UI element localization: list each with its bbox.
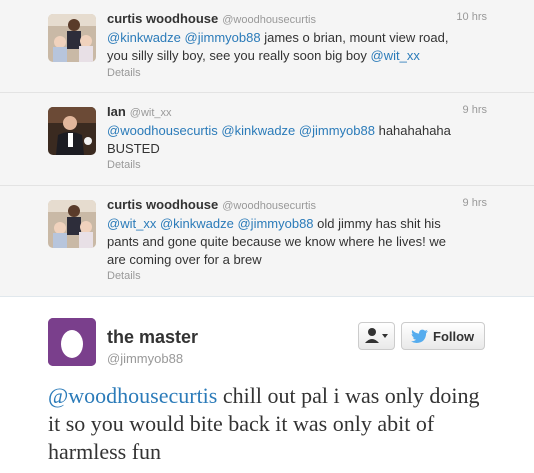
user-handle[interactable]: @jimmyob88 — [107, 351, 183, 366]
mention-link[interactable]: @jimmyob88 — [237, 216, 313, 231]
tweet-line: @kinkwadze @jimmyob88 james o brian, mou… — [107, 29, 492, 47]
tweet-line-text: BUSTED — [107, 141, 160, 156]
tweet-line: you silly silly boy, see you really soon… — [107, 47, 492, 65]
tweet-line: @woodhousecurtis @kinkwadze @jimmyob88 h… — [107, 122, 492, 140]
follow-button-label: Follow — [433, 329, 475, 344]
reply-tweet[interactable]: Ian @wit_xx 9 hrs @woodhousecurtis @kinkw… — [0, 93, 534, 186]
tweet-line-text: james o brian, mount view road, — [260, 30, 449, 45]
egg-icon — [48, 318, 96, 366]
tweet-text: @woodhousecurtis chill out pal i was onl… — [48, 382, 488, 466]
tweet-header: curtis woodhouse @woodhousecurtis 9 hrs — [107, 196, 487, 214]
user-handle[interactable]: @woodhousecurtis — [222, 14, 316, 26]
tweet-line: pants and gone quite because we know whe… — [107, 233, 492, 251]
timestamp[interactable]: 9 hrs — [463, 197, 487, 209]
mention-link[interactable]: @woodhousecurtis — [107, 123, 218, 138]
avatar[interactable] — [48, 107, 96, 155]
mention-link[interactable]: @jimmyob88 — [299, 123, 375, 138]
mention-link[interactable]: @kinkwadze — [107, 30, 181, 45]
tweet-line-text: pants and gone quite because we know whe… — [107, 234, 446, 249]
timestamp[interactable]: 10 hrs — [456, 11, 487, 23]
tweet-line-text: you silly silly boy, see you really soon… — [107, 48, 371, 63]
tweet-text: @kinkwadze @jimmyob88 james o brian, mou… — [107, 29, 492, 65]
mention-link[interactable]: @woodhousecurtis — [48, 383, 217, 408]
details-link[interactable]: Details — [107, 270, 141, 282]
details-link[interactable]: Details — [107, 159, 141, 171]
tweet-line: are coming over for a brew — [107, 251, 492, 269]
reply-tweet[interactable]: curtis woodhouse @woodhousecurtis 10 hrs … — [0, 0, 534, 93]
tweet-line-text: are coming over for a brew — [107, 252, 262, 267]
tweet-text: @wit_xx @kinkwadze @jimmyob88 old jimmy … — [107, 215, 492, 269]
mention-link[interactable]: @wit_xx — [371, 48, 420, 63]
follow-button[interactable]: Follow — [401, 322, 485, 350]
mention-link[interactable]: @jimmyob88 — [185, 30, 261, 45]
user-actions-button[interactable] — [358, 322, 395, 350]
tweet-line: BUSTED — [107, 140, 492, 158]
mention-link[interactable]: @kinkwadze — [221, 123, 295, 138]
user-handle[interactable]: @wit_xx — [130, 107, 172, 119]
tweet-header: curtis woodhouse @woodhousecurtis 10 hrs — [107, 10, 487, 28]
tweet-header: Ian @wit_xx 9 hrs — [107, 103, 487, 121]
mention-link[interactable]: @wit_xx — [107, 216, 156, 231]
mention-link[interactable]: @kinkwadze — [160, 216, 234, 231]
user-name[interactable]: curtis woodhouse — [107, 11, 218, 26]
avatar[interactable] — [48, 318, 96, 366]
avatar[interactable] — [48, 200, 96, 248]
conversation-thread: curtis woodhouse @woodhousecurtis 10 hrs … — [0, 0, 534, 297]
tweet-line-text: old jimmy has shit his — [313, 216, 441, 231]
main-tweet: the master @jimmyob88 Follow @woodhousec… — [0, 297, 534, 473]
user-name[interactable]: Ian — [107, 104, 126, 119]
tweet-line: @wit_xx @kinkwadze @jimmyob88 old jimmy … — [107, 215, 492, 233]
user-name[interactable]: the master — [107, 327, 198, 348]
details-link[interactable]: Details — [107, 67, 141, 79]
timestamp[interactable]: 9 hrs — [463, 104, 487, 116]
reply-tweet[interactable]: curtis woodhouse @woodhousecurtis 9 hrs @… — [0, 186, 534, 296]
user-handle[interactable]: @woodhousecurtis — [222, 200, 316, 212]
avatar[interactable] — [48, 14, 96, 62]
user-name[interactable]: curtis woodhouse — [107, 197, 218, 212]
tweet-text: @woodhousecurtis @kinkwadze @jimmyob88 h… — [107, 122, 492, 158]
twitter-bird-icon — [411, 329, 428, 343]
user-dropdown-icon — [365, 328, 388, 343]
tweet-line-text: hahahahaha — [374, 123, 451, 138]
